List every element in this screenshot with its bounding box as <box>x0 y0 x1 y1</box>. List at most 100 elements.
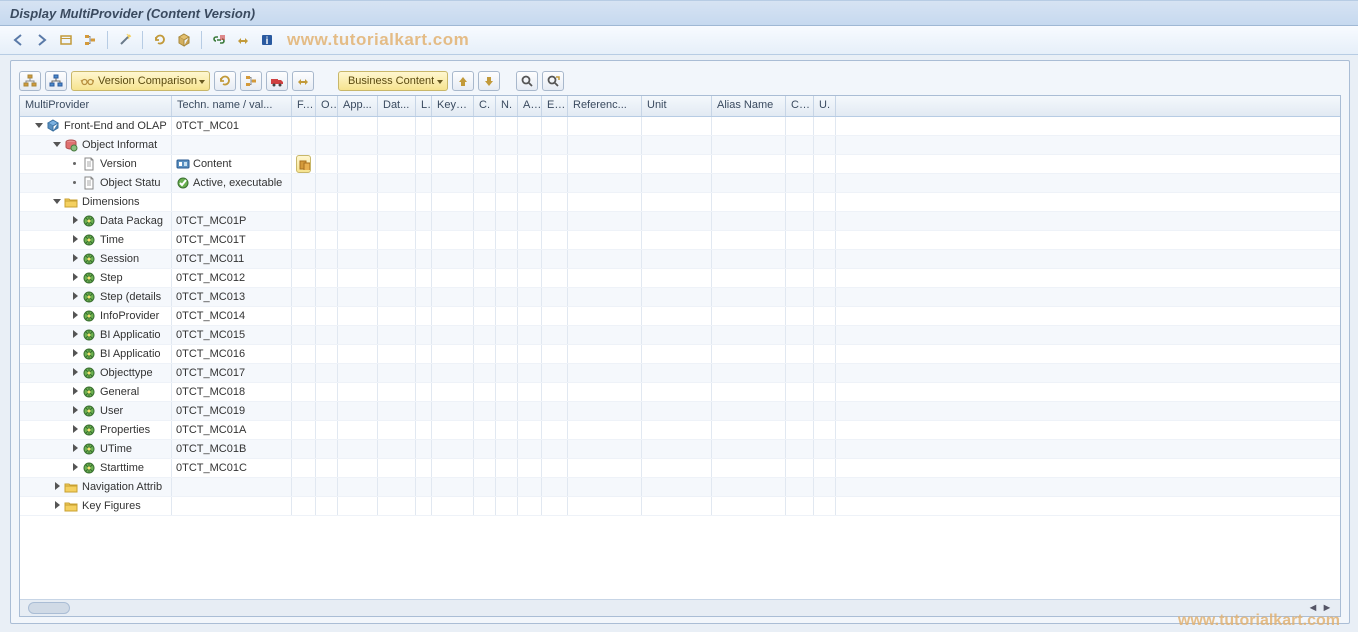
find-button[interactable] <box>516 71 538 91</box>
tree-cell[interactable]: Starttime <box>20 459 172 477</box>
tree-row[interactable]: Step (details0TCT_MC013 <box>20 288 1340 307</box>
tree-row[interactable]: UTime0TCT_MC01B <box>20 440 1340 459</box>
scroll-thumb[interactable] <box>28 602 70 614</box>
hierarchy-button[interactable] <box>19 71 41 91</box>
expander-open-icon[interactable] <box>52 197 62 207</box>
tree-cell[interactable]: Navigation Attrib <box>20 478 172 496</box>
column-header-dat[interactable]: Dat... <box>378 96 416 116</box>
column-header-o[interactable]: O. <box>316 96 338 116</box>
tree-button[interactable] <box>240 71 262 91</box>
tree-row[interactable]: User0TCT_MC019 <box>20 402 1340 421</box>
swap-button[interactable] <box>292 71 314 91</box>
move-up-button[interactable] <box>452 71 474 91</box>
tree-cell[interactable]: Dimensions <box>20 193 172 211</box>
column-header-tech[interactable]: Techn. name / val... <box>172 96 292 116</box>
expander-closed-icon[interactable] <box>70 273 80 283</box>
expander-closed-icon[interactable] <box>70 387 80 397</box>
tree-row[interactable]: BI Applicatio0TCT_MC015 <box>20 326 1340 345</box>
tree-row[interactable]: Navigation Attrib <box>20 478 1340 497</box>
expander-closed-icon[interactable] <box>52 501 62 511</box>
tree-cell[interactable]: UTime <box>20 440 172 458</box>
expander-closed-icon[interactable] <box>70 368 80 378</box>
column-header-n[interactable]: N. <box>496 96 518 116</box>
tree-row[interactable]: Data Packag0TCT_MC01P <box>20 212 1340 231</box>
info-icon[interactable] <box>257 30 277 50</box>
refresh-button[interactable] <box>214 71 236 91</box>
column-header-app[interactable]: App... <box>338 96 378 116</box>
window-icon[interactable] <box>56 30 76 50</box>
tree-row[interactable]: Key Figures <box>20 497 1340 516</box>
column-header-e[interactable]: E... <box>542 96 568 116</box>
column-header-l[interactable]: L <box>416 96 432 116</box>
tree-row[interactable]: Front-End and OLAP0TCT_MC01 <box>20 117 1340 136</box>
column-header-f[interactable]: F... <box>292 96 316 116</box>
tree-row[interactable]: Session0TCT_MC011 <box>20 250 1340 269</box>
tree-cell[interactable]: Object Statu <box>20 174 172 192</box>
tree-cell[interactable]: Properties <box>20 421 172 439</box>
column-header-alias[interactable]: Alias Name <box>712 96 786 116</box>
column-header-unit[interactable]: Unit <box>642 96 712 116</box>
link-icon[interactable] <box>209 30 229 50</box>
tree-row[interactable]: Time0TCT_MC01T <box>20 231 1340 250</box>
tree-cell[interactable]: Step (details <box>20 288 172 306</box>
wand-icon[interactable] <box>115 30 135 50</box>
expander-closed-icon[interactable] <box>70 349 80 359</box>
column-header-name[interactable]: MultiProvider <box>20 96 172 116</box>
tree-cell[interactable]: Key Figures <box>20 497 172 515</box>
tree-row[interactable]: Object Informat <box>20 136 1340 155</box>
expander-closed-icon[interactable] <box>70 311 80 321</box>
tree-row[interactable]: BI Applicatio0TCT_MC016 <box>20 345 1340 364</box>
hierarchy-blue-button[interactable] <box>45 71 67 91</box>
version-comparison-button[interactable]: Version Comparison <box>71 71 210 91</box>
expander-closed-icon[interactable] <box>70 330 80 340</box>
link-out-icon[interactable] <box>233 30 253 50</box>
expander-closed-icon[interactable] <box>70 406 80 416</box>
move-down-button[interactable] <box>478 71 500 91</box>
compare-action-button[interactable] <box>296 155 311 173</box>
expander-closed-icon[interactable] <box>70 444 80 454</box>
tree-cell[interactable]: Front-End and OLAP <box>20 117 172 135</box>
tree-icon[interactable] <box>80 30 100 50</box>
transport-button[interactable] <box>266 71 288 91</box>
expander-closed-icon[interactable] <box>70 292 80 302</box>
cube-icon[interactable] <box>174 30 194 50</box>
column-header-cc[interactable]: C... <box>786 96 814 116</box>
nav-back-button[interactable] <box>8 30 28 50</box>
tree-cell[interactable]: BI Applicatio <box>20 326 172 344</box>
tree-cell[interactable]: Objecttype <box>20 364 172 382</box>
expander-closed-icon[interactable] <box>70 216 80 226</box>
tree-row[interactable]: InfoProvider0TCT_MC014 <box>20 307 1340 326</box>
tree-row[interactable]: VersionContent <box>20 155 1340 174</box>
expander-closed-icon[interactable] <box>70 425 80 435</box>
expander-closed-icon[interactable] <box>70 463 80 473</box>
expander-closed-icon[interactable] <box>52 482 62 492</box>
refresh-icon[interactable] <box>150 30 170 50</box>
business-content-button[interactable]: Business Content <box>338 71 448 91</box>
tree-cell[interactable]: General <box>20 383 172 401</box>
column-header-c[interactable]: C. <box>474 96 496 116</box>
tree-cell[interactable]: Version <box>20 155 172 173</box>
tree-cell[interactable]: Session <box>20 250 172 268</box>
find-next-button[interactable] <box>542 71 564 91</box>
column-header-a[interactable]: A.. <box>518 96 542 116</box>
tree-row[interactable]: Object StatuActive, executable <box>20 174 1340 193</box>
tree-cell[interactable]: Object Informat <box>20 136 172 154</box>
nav-forward-button[interactable] <box>32 30 52 50</box>
column-header-ref[interactable]: Referenc... <box>568 96 642 116</box>
tree-cell[interactable]: InfoProvider <box>20 307 172 325</box>
expander-open-icon[interactable] <box>34 121 44 131</box>
tree-row[interactable]: Properties0TCT_MC01A <box>20 421 1340 440</box>
tree-cell[interactable]: User <box>20 402 172 420</box>
tree-cell[interactable]: Step <box>20 269 172 287</box>
horizontal-scrollbar[interactable]: ◄ ► <box>20 599 1340 616</box>
tree-cell[interactable]: Data Packag <box>20 212 172 230</box>
column-header-u[interactable]: U. <box>814 96 836 116</box>
tree-cell[interactable]: BI Applicatio <box>20 345 172 363</box>
tree-row[interactable]: Starttime0TCT_MC01C <box>20 459 1340 478</box>
tree-row[interactable]: General0TCT_MC018 <box>20 383 1340 402</box>
expander-closed-icon[interactable] <box>70 235 80 245</box>
tree-row[interactable]: Step0TCT_MC012 <box>20 269 1340 288</box>
expander-open-icon[interactable] <box>52 140 62 150</box>
tree-row[interactable]: Objecttype0TCT_MC017 <box>20 364 1340 383</box>
column-header-key[interactable]: Key ... <box>432 96 474 116</box>
